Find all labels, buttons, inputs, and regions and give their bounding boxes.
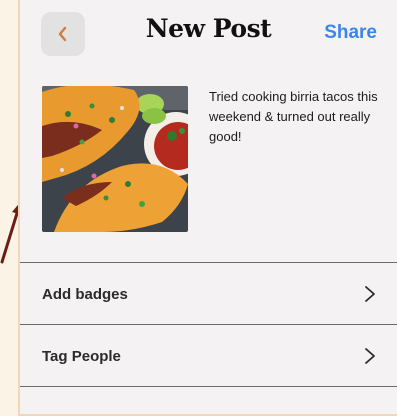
chevron-right-icon: [365, 348, 375, 364]
tag-people-label: Tag People: [42, 347, 121, 365]
divider: [20, 262, 397, 263]
share-button[interactable]: Share: [324, 22, 377, 44]
add-badges-label: Add badges: [42, 285, 128, 303]
phone-screen: New Post Share Tried cooking birria taco…: [18, 0, 397, 416]
header: New Post Share: [20, 0, 397, 66]
add-badges-row[interactable]: Add badges: [20, 264, 397, 324]
chevron-right-icon: [365, 286, 375, 302]
tag-people-row[interactable]: Tag People: [20, 326, 397, 386]
divider: [20, 324, 397, 325]
post-caption: Tried cooking birria tacos this weekend …: [209, 89, 378, 144]
post-image: [42, 86, 188, 232]
divider: [20, 386, 397, 387]
